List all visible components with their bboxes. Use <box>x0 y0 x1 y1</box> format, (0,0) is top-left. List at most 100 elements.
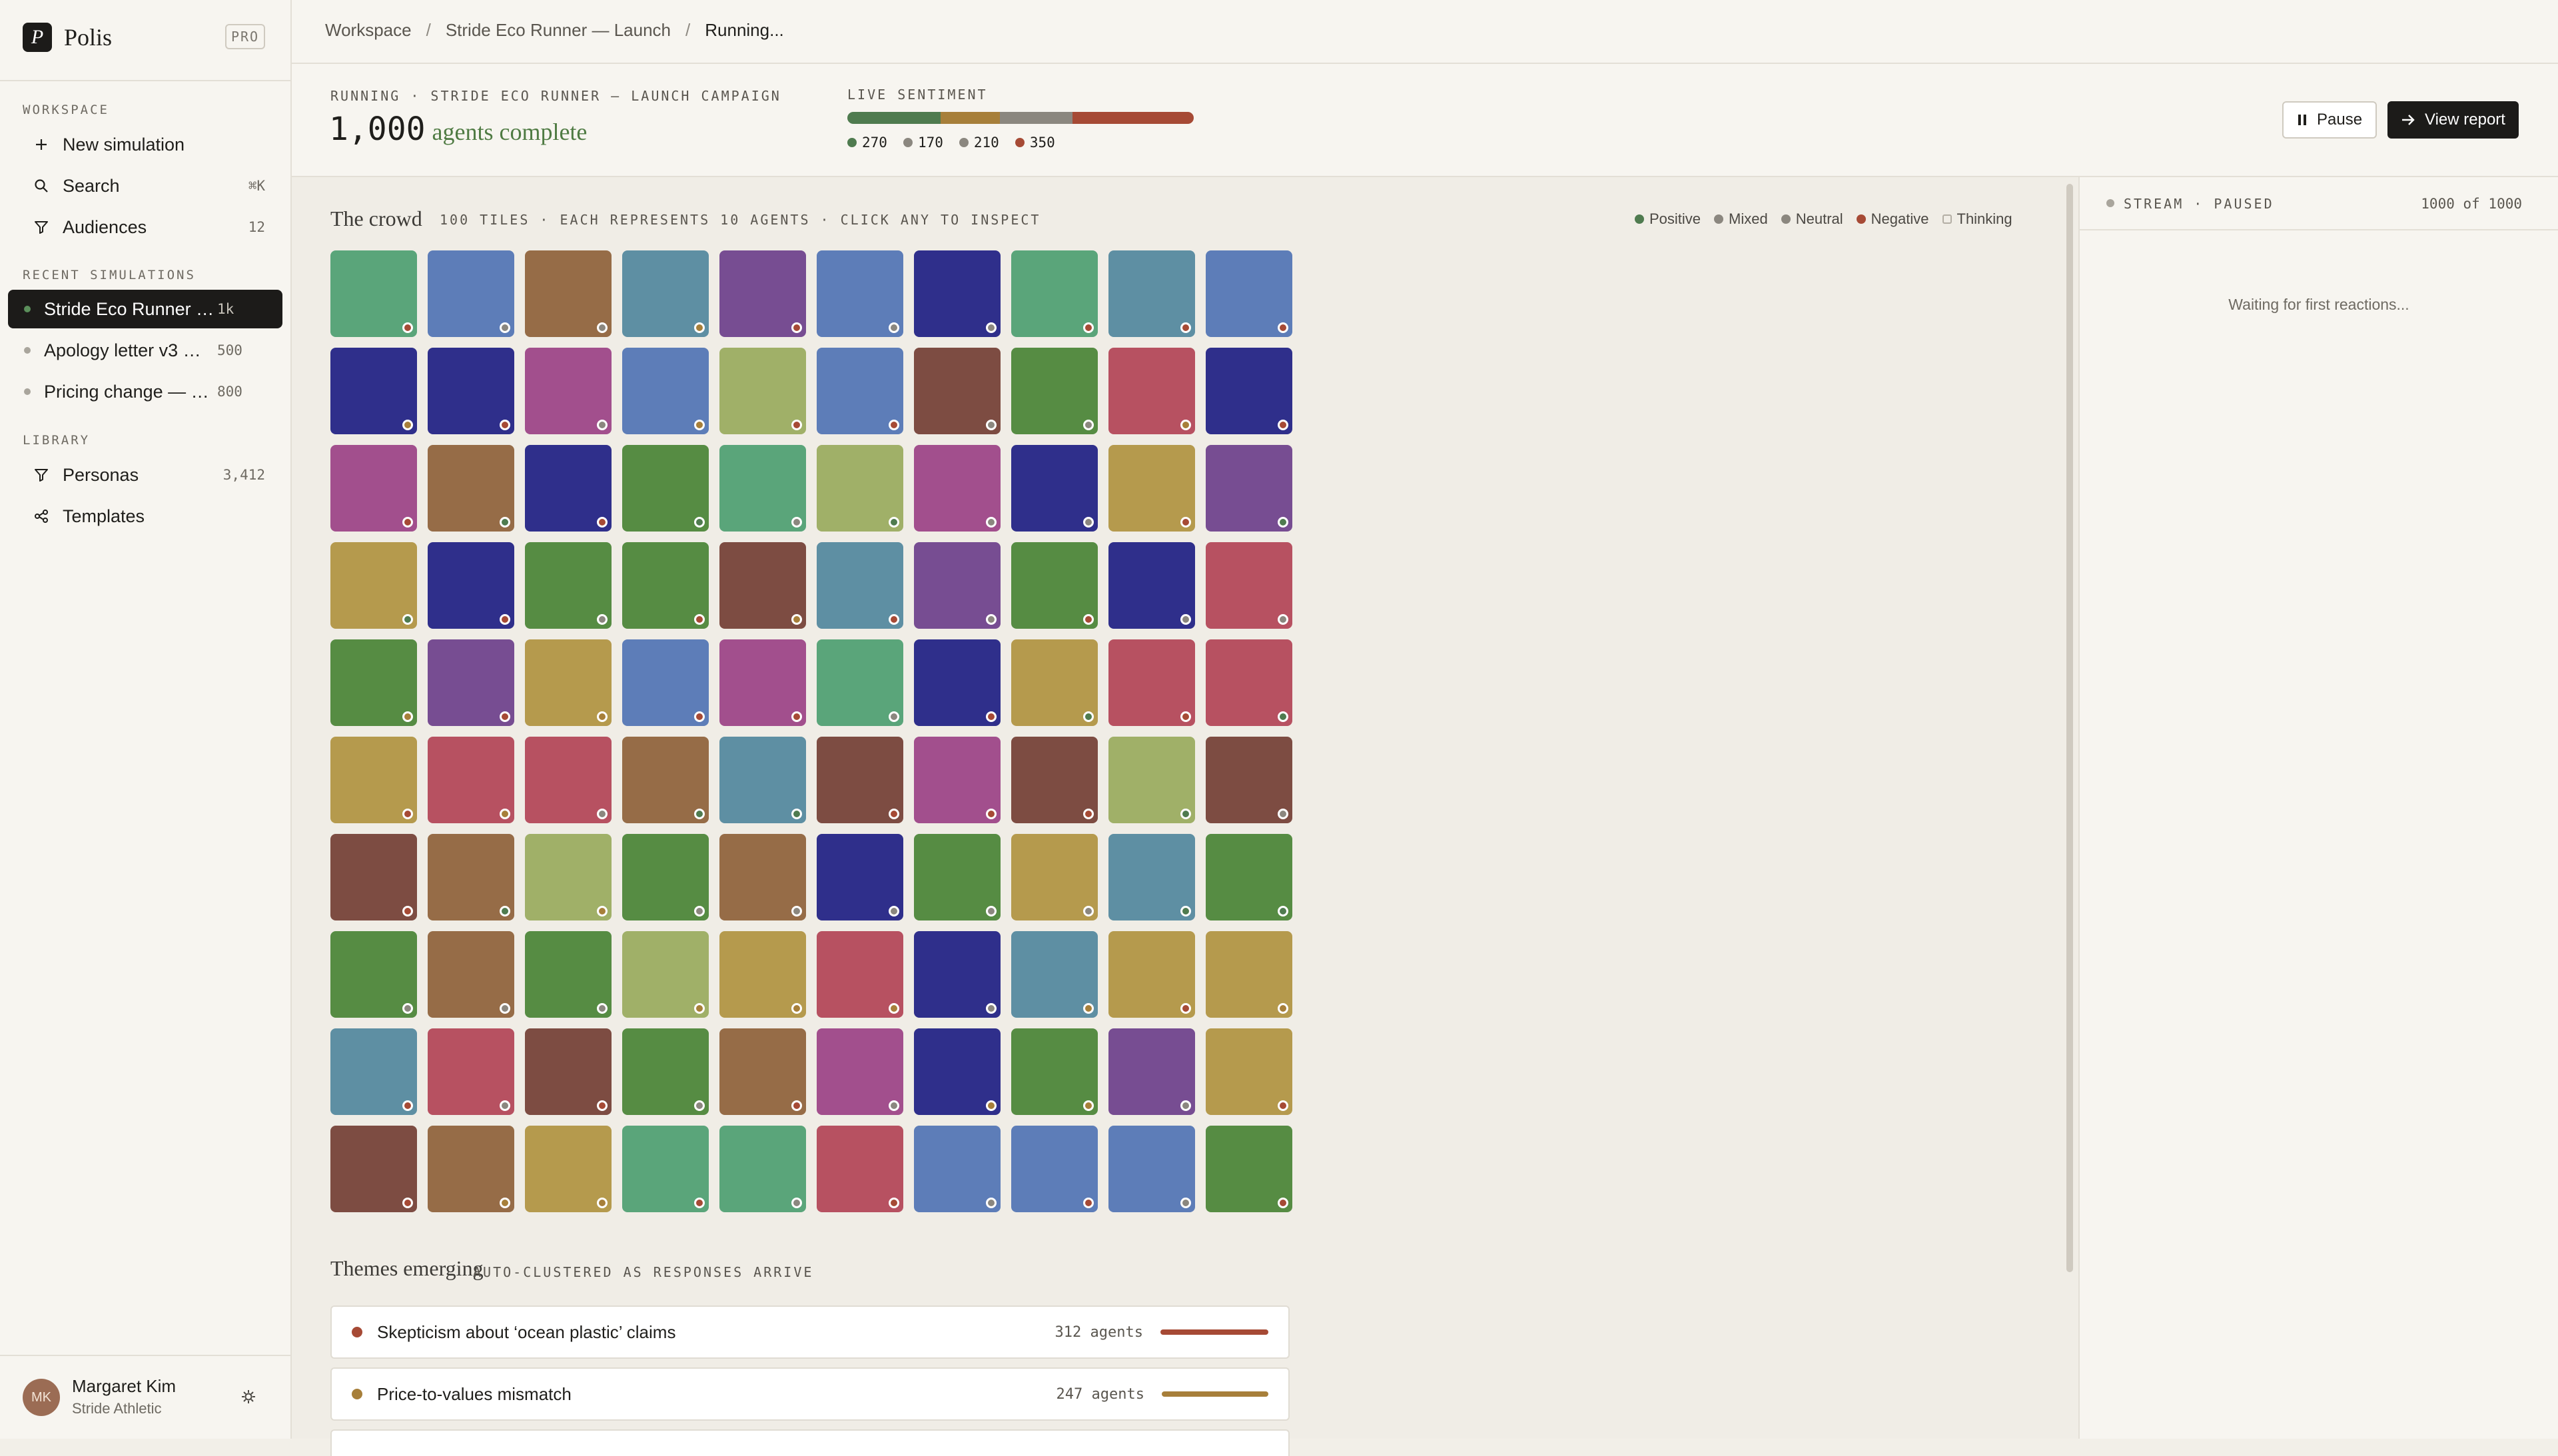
crowd-tile[interactable] <box>719 348 806 434</box>
sidebar-item-new-simulation[interactable]: New simulation <box>8 125 282 164</box>
crowd-tile[interactable] <box>428 737 514 823</box>
crowd-tile[interactable] <box>1108 348 1195 434</box>
crowd-tile[interactable] <box>428 250 514 337</box>
crowd-tile[interactable] <box>914 931 1001 1018</box>
crowd-tile[interactable] <box>1206 348 1292 434</box>
crowd-tile[interactable] <box>817 445 903 532</box>
crowd-tile[interactable] <box>525 931 612 1018</box>
crowd-tile[interactable] <box>1108 834 1195 920</box>
sidebar-item-audiences[interactable]: Audiences 12 <box>8 208 282 246</box>
crowd-tile[interactable] <box>914 1126 1001 1212</box>
view-report-button[interactable]: View report <box>2387 101 2519 139</box>
crowd-tile[interactable] <box>330 639 417 726</box>
crowd-tile[interactable] <box>330 1126 417 1212</box>
crowd-tile[interactable] <box>1206 1126 1292 1212</box>
crowd-tile[interactable] <box>525 250 612 337</box>
crowd-tile[interactable] <box>330 348 417 434</box>
crowd-tile[interactable] <box>622 542 709 629</box>
crowd-tile[interactable] <box>1206 639 1292 726</box>
crowd-tile[interactable] <box>525 834 612 920</box>
sidebar-item-templates[interactable]: Templates <box>8 497 282 536</box>
crowd-tile[interactable] <box>330 1028 417 1115</box>
crowd-tile[interactable] <box>1108 542 1195 629</box>
theme-row[interactable]: Skepticism about ‘ocean plastic’ claims … <box>330 1305 1290 1359</box>
crowd-tile[interactable] <box>622 250 709 337</box>
sidebar-item-simulation[interactable]: Stride Eco Runner — Launch 1k <box>8 290 282 328</box>
crowd-tile[interactable] <box>622 834 709 920</box>
crowd-tile[interactable] <box>622 1126 709 1212</box>
crowd-tile[interactable] <box>525 737 612 823</box>
crowd-tile[interactable] <box>817 639 903 726</box>
crowd-tile[interactable] <box>1011 348 1098 434</box>
crowd-tile[interactable] <box>914 639 1001 726</box>
crowd-tile[interactable] <box>622 348 709 434</box>
crowd-tile[interactable] <box>428 445 514 532</box>
breadcrumb-simulation[interactable]: Stride Eco Runner — Launch <box>446 20 671 41</box>
crowd-tile[interactable] <box>622 1028 709 1115</box>
crowd-tile[interactable] <box>525 1028 612 1115</box>
crowd-tile[interactable] <box>817 542 903 629</box>
crowd-tile[interactable] <box>817 737 903 823</box>
crowd-tile[interactable] <box>817 834 903 920</box>
crowd-tile[interactable] <box>1108 931 1195 1018</box>
crowd-tile[interactable] <box>1206 1028 1292 1115</box>
crowd-tile[interactable] <box>914 834 1001 920</box>
crowd-tile[interactable] <box>719 250 806 337</box>
avatar[interactable]: MK <box>23 1379 60 1416</box>
crowd-tile[interactable] <box>1011 737 1098 823</box>
crowd-tile[interactable] <box>817 931 903 1018</box>
crowd-tile[interactable] <box>428 1126 514 1212</box>
crowd-tile[interactable] <box>330 250 417 337</box>
crowd-tile[interactable] <box>1108 1126 1195 1212</box>
crowd-tile[interactable] <box>1011 1126 1098 1212</box>
crowd-tile[interactable] <box>1011 931 1098 1018</box>
breadcrumb-workspace[interactable]: Workspace <box>325 20 412 41</box>
brand[interactable]: P Polis <box>23 20 112 55</box>
crowd-tile[interactable] <box>428 348 514 434</box>
crowd-tile[interactable] <box>1011 250 1098 337</box>
crowd-tile[interactable] <box>1011 834 1098 920</box>
crowd-tile[interactable] <box>622 639 709 726</box>
crowd-tile[interactable] <box>1108 445 1195 532</box>
crowd-tile[interactable] <box>330 931 417 1018</box>
crowd-tile[interactable] <box>1206 250 1292 337</box>
crowd-tile[interactable] <box>914 542 1001 629</box>
crowd-tile[interactable] <box>1108 250 1195 337</box>
crowd-tile[interactable] <box>719 445 806 532</box>
crowd-tile[interactable] <box>719 1028 806 1115</box>
crowd-tile[interactable] <box>817 1126 903 1212</box>
crowd-tile[interactable] <box>1011 445 1098 532</box>
crowd-tile[interactable] <box>428 1028 514 1115</box>
crowd-tile[interactable] <box>914 348 1001 434</box>
crowd-tile[interactable] <box>719 834 806 920</box>
crowd-tile[interactable] <box>914 737 1001 823</box>
crowd-tile[interactable] <box>622 931 709 1018</box>
crowd-tile[interactable] <box>1011 542 1098 629</box>
sidebar-item-simulation[interactable]: Apology letter v3 — Draft 500 <box>8 331 282 370</box>
crowd-tile[interactable] <box>525 1126 612 1212</box>
crowd-tile[interactable] <box>1011 639 1098 726</box>
crowd-tile[interactable] <box>525 542 612 629</box>
crowd-tile[interactable] <box>1206 445 1292 532</box>
crowd-tile[interactable] <box>1206 931 1292 1018</box>
settings-icon[interactable] <box>238 1387 258 1407</box>
crowd-tile[interactable] <box>914 445 1001 532</box>
crowd-tile[interactable] <box>719 737 806 823</box>
crowd-tile[interactable] <box>817 250 903 337</box>
crowd-tile[interactable] <box>622 737 709 823</box>
crowd-tile[interactable] <box>525 445 612 532</box>
sidebar-item-search[interactable]: Search ⌘K <box>8 167 282 205</box>
pause-button[interactable]: Pause <box>2282 101 2377 139</box>
sidebar-item-personas[interactable]: Personas 3,412 <box>8 456 282 494</box>
crowd-tile[interactable] <box>1108 737 1195 823</box>
crowd-tile[interactable] <box>1108 639 1195 726</box>
crowd-tile[interactable] <box>525 348 612 434</box>
crowd-tile[interactable] <box>1206 834 1292 920</box>
crowd-tile[interactable] <box>1108 1028 1195 1115</box>
crowd-tile[interactable] <box>719 1126 806 1212</box>
crowd-tile[interactable] <box>622 445 709 532</box>
crowd-tile[interactable] <box>428 931 514 1018</box>
crowd-tile[interactable] <box>428 639 514 726</box>
crowd-tile[interactable] <box>914 1028 1001 1115</box>
crowd-tile[interactable] <box>330 737 417 823</box>
